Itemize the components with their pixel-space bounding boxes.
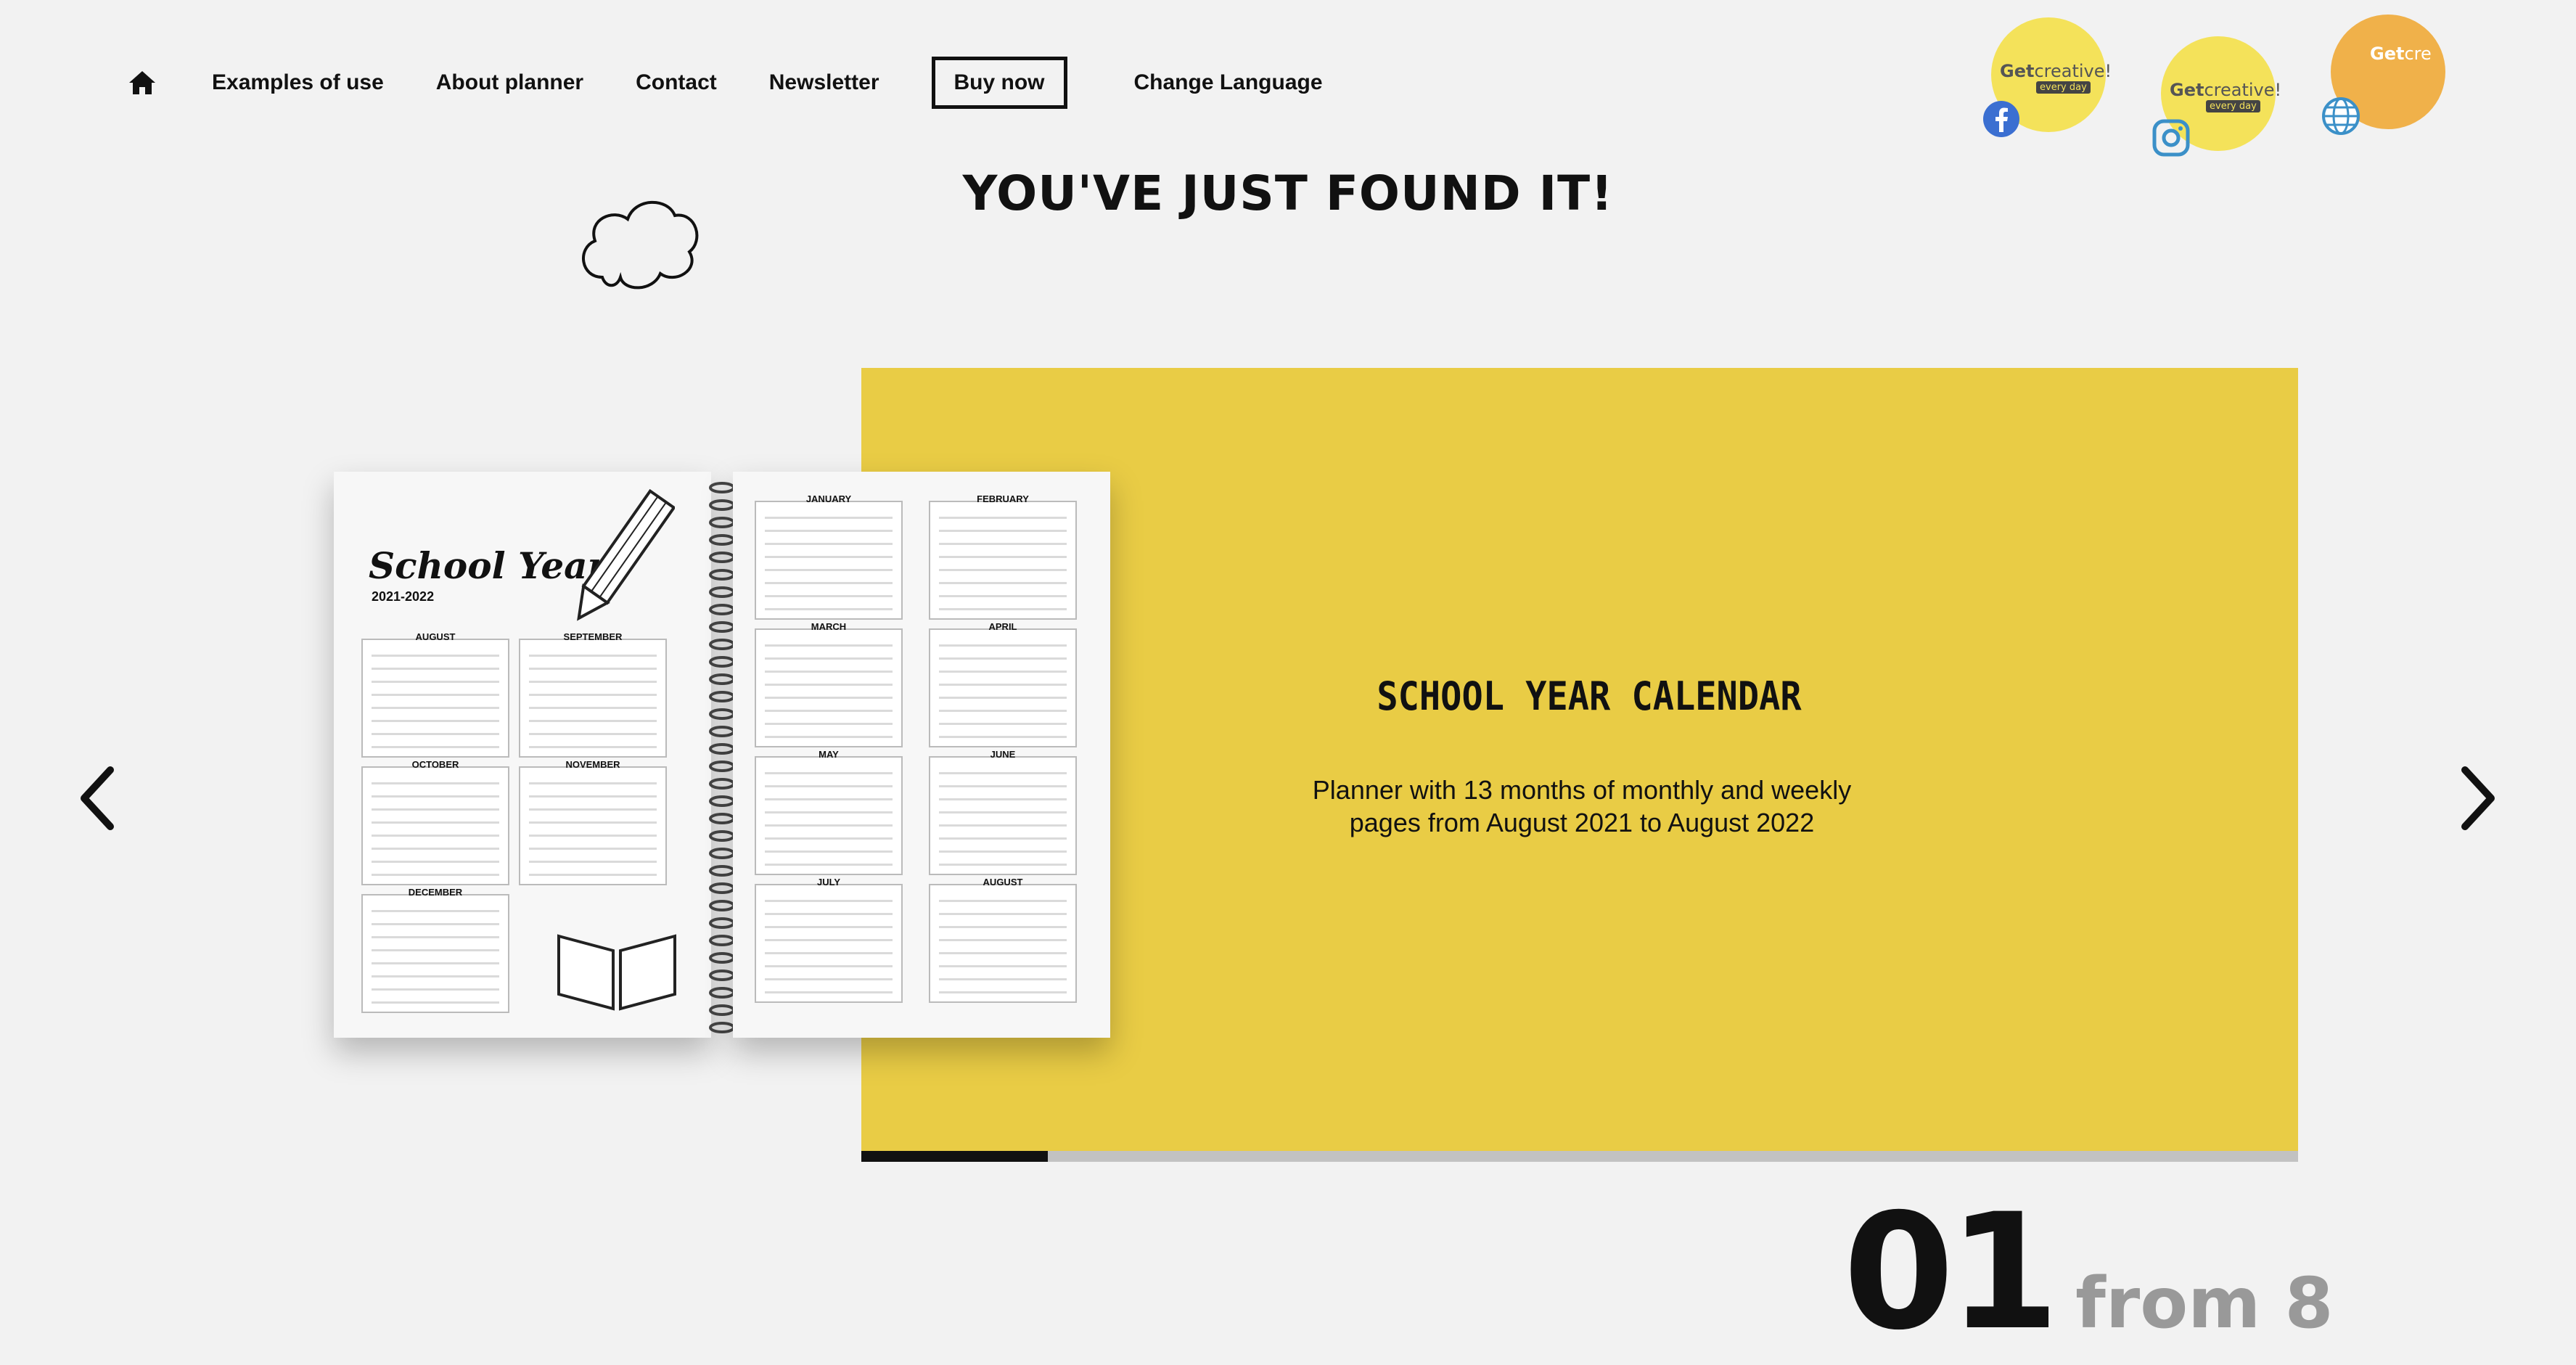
slide-title: SCHOOL YEAR CALENDAR <box>1377 673 1802 719</box>
month-calendar: MARCH <box>755 621 903 747</box>
brand-tagline: every day <box>2036 81 2091 94</box>
month-days <box>939 772 1067 866</box>
nav-about-planner[interactable]: About planner <box>436 70 583 95</box>
slide-total-label: from 8 <box>2075 1263 2334 1344</box>
month-calendar: JANUARY <box>755 493 903 620</box>
month-calendar: SEPTEMBER <box>519 631 667 758</box>
chevron-right-icon[interactable] <box>2456 766 2500 831</box>
slide-description: Planner with 13 months of monthly and we… <box>1312 775 1852 837</box>
month-calendar: DECEMBER <box>361 887 509 1013</box>
nav-examples-of-use[interactable]: Examples of use <box>212 70 384 95</box>
month-name: AUGUST <box>983 877 1023 888</box>
month-name: FEBRUARY <box>977 493 1029 504</box>
month-name: MARCH <box>811 621 847 632</box>
month-calendar: AUGUST <box>929 877 1077 1003</box>
facebook-icon <box>1983 101 2019 137</box>
change-language-button[interactable]: Change Language <box>1134 70 1323 95</box>
month-name: NOVEMBER <box>565 759 620 770</box>
month-calendar: JUNE <box>929 749 1077 875</box>
top-nav: Examples of use About planner Contact Ne… <box>128 57 1375 109</box>
brand-logo: Getcreative! <box>2000 61 2112 81</box>
month-calendar: AUGUST <box>361 631 509 758</box>
buy-now-button[interactable]: Buy now <box>931 57 1067 109</box>
nav-contact[interactable]: Contact <box>636 70 717 95</box>
slide-current-number: 01 <box>1843 1179 2059 1365</box>
open-book-doodle-icon <box>557 934 676 1011</box>
month-name: AUGUST <box>415 631 456 642</box>
book-years: 2021-2022 <box>372 589 435 604</box>
planner-right-page: JANUARY FEBRUARY MARCH APRIL MAY JUNE JU… <box>733 472 1110 1038</box>
month-days <box>372 910 499 1004</box>
month-days <box>529 782 657 877</box>
month-days <box>939 517 1067 611</box>
month-name: JANUARY <box>805 493 852 504</box>
month-days <box>372 655 499 749</box>
cloud-doodle-icon <box>582 200 699 290</box>
slide-counter: 01 from 8 <box>1843 1179 2333 1365</box>
globe-icon <box>2322 97 2360 135</box>
month-days <box>765 644 893 739</box>
month-name: JUNE <box>990 749 1016 760</box>
month-calendar: MAY <box>755 749 903 875</box>
month-name: JULY <box>816 877 841 888</box>
instagram-link[interactable]: Getcreative! every day <box>2152 33 2281 157</box>
month-days <box>529 655 657 749</box>
instagram-icon <box>2152 119 2190 157</box>
month-calendar: APRIL <box>929 621 1077 747</box>
month-calendar: JULY <box>755 877 903 1003</box>
month-calendar: OCTOBER <box>361 759 509 885</box>
facebook-link[interactable]: Getcreative! every day <box>1982 15 2112 138</box>
page-headline: YOU'VE JUST FOUND IT! <box>962 165 1614 221</box>
planner-left-page: School Year 2021-2022 AUGUST SEPTEMBER O… <box>334 472 711 1038</box>
spiral-binding <box>707 479 737 1038</box>
month-calendar: FEBRUARY <box>929 493 1077 620</box>
month-name: OCTOBER <box>411 759 459 770</box>
month-days <box>939 900 1067 994</box>
month-calendar: NOVEMBER <box>519 759 667 885</box>
brand-logo: Getcre <box>2370 44 2432 64</box>
month-days <box>765 900 893 994</box>
planner-book-image: School Year 2021-2022 AUGUST SEPTEMBER O… <box>319 464 1125 1045</box>
month-days <box>765 772 893 866</box>
month-days <box>372 782 499 877</box>
month-name: APRIL <box>988 621 1017 632</box>
brand-tagline: every day <box>2206 100 2260 112</box>
slide-progress-bar <box>861 1151 2298 1162</box>
month-name: SEPTEMBER <box>563 631 623 642</box>
month-name: DECEMBER <box>408 887 463 898</box>
month-name: MAY <box>819 749 839 760</box>
nav-newsletter[interactable]: Newsletter <box>769 70 879 95</box>
home-icon[interactable] <box>128 68 160 97</box>
chevron-left-icon[interactable] <box>75 766 119 831</box>
month-days <box>765 517 893 611</box>
pencil-doodle-icon <box>577 488 675 621</box>
month-days <box>939 644 1067 739</box>
brand-logo: Getcreative! <box>2170 80 2282 100</box>
website-link[interactable]: Getcre <box>2322 12 2445 135</box>
progress-fill <box>861 1151 1049 1162</box>
